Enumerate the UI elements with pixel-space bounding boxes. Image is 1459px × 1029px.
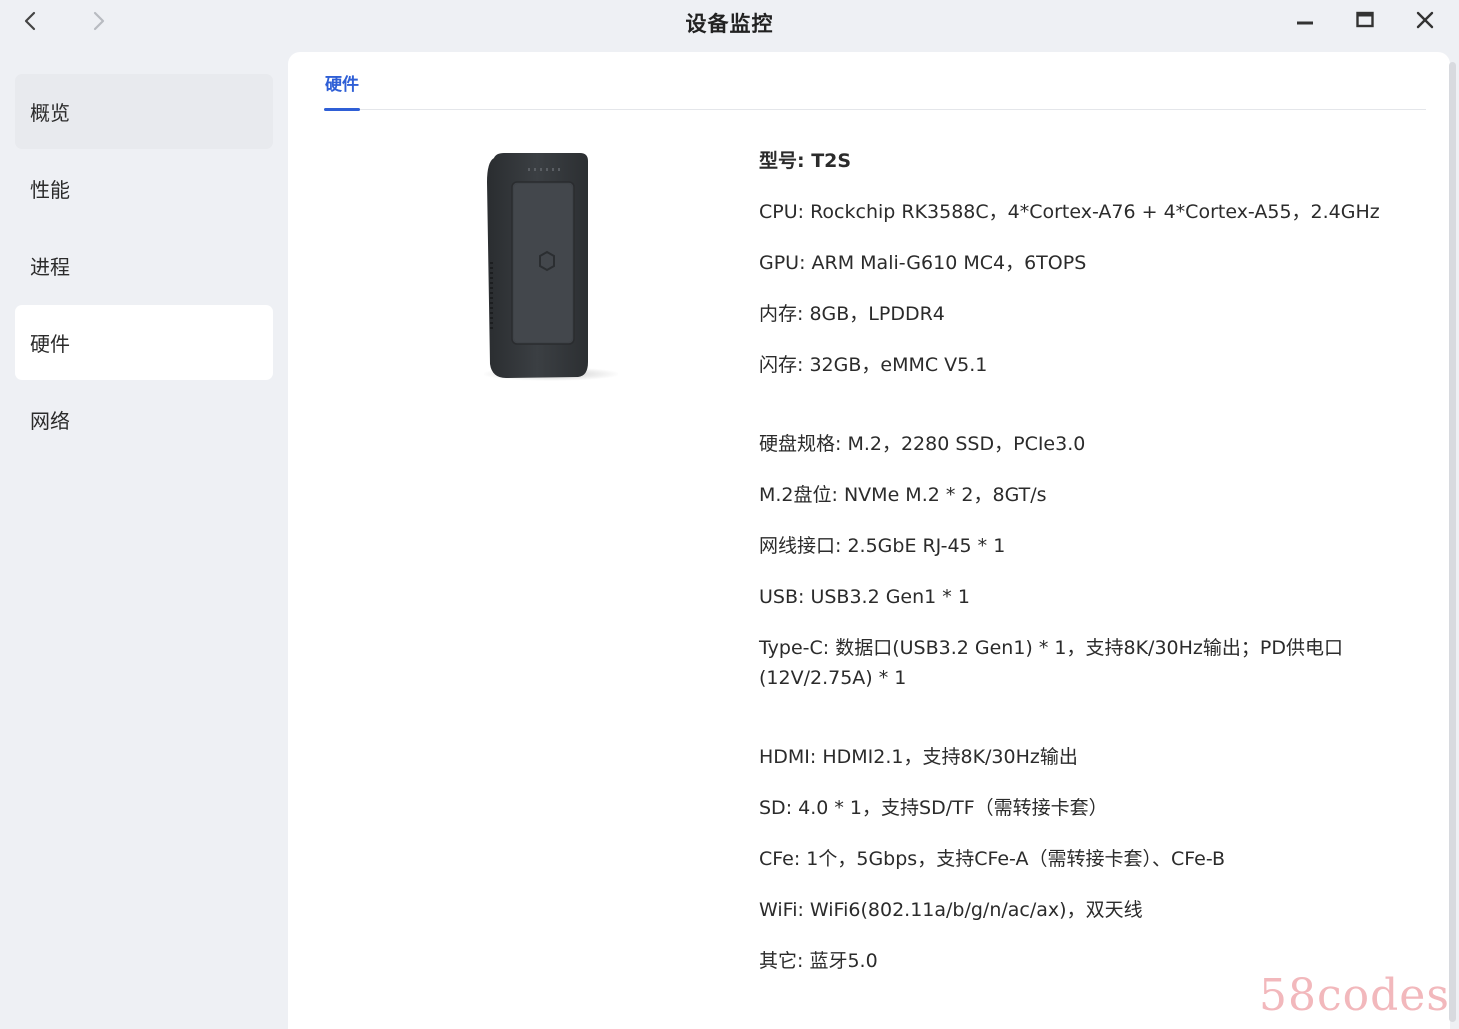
minimize-icon [1297,21,1313,25]
spec-usb: USB: USB3.2 Gen1 * 1 [759,586,970,608]
spec-hdmi: HDMI: HDMI2.1，支持8K/30Hz输出 [759,746,1078,768]
spec-cpu: CPU: Rockchip RK3588C，4*Cortex-A76 + 4*C… [759,201,1380,223]
sidebar-item-label: 进程 [30,255,70,279]
sidebar-item-processes[interactable]: 进程 [15,228,273,303]
sidebar-item-label: 概览 [30,101,70,125]
close-icon [1416,11,1434,29]
sidebar-item-hardware[interactable]: 硬件 [15,305,273,380]
device-image [484,153,618,381]
window-title: 设备监控 [685,12,774,36]
spec-ethernet: 网线接口: 2.5GbE RJ-45 * 1 [759,535,1006,557]
spec-m2-slots: M.2盘位: NVMe M.2 * 2，8GT/s [759,484,1047,506]
spec-wifi: WiFi: WiFi6(802.11a/b/g/n/ac/ax)，双天线 [759,899,1143,921]
close-button[interactable] [1410,6,1440,34]
spec-model: 型号: T2S [759,150,852,172]
sidebar-item-label: 性能 [30,178,70,202]
spec-cfe: CFe: 1个，5Gbps，支持CFe-A（需转接卡套）、CFe-B [759,848,1226,870]
sidebar-item-network[interactable]: 网络 [15,382,273,457]
sidebar-item-overview[interactable]: 概览 [15,74,273,149]
tab-hardware[interactable]: 硬件 [324,70,360,111]
scrollbar[interactable] [1449,62,1456,1022]
main-panel: 硬件 型号: T2S CPU: Rockchip RK3588C，4*Corte… [288,52,1450,1029]
sidebar-item-label: 网络 [30,409,70,433]
hardware-specs: 型号: T2S CPU: Rockchip RK3588C，4*Cortex-A… [759,146,1399,997]
sidebar-item-performance[interactable]: 性能 [15,151,273,226]
tab-bar: 硬件 [324,52,1426,111]
maximize-icon [1356,11,1374,28]
watermark: 58codes [1259,970,1450,1021]
spec-sd: SD: 4.0 * 1，支持SD/TF（需转接卡套） [759,797,1108,819]
spec-disk: 硬盘规格: M.2，2280 SSD，PCIe3.0 [759,433,1086,455]
sidebar: 概览 性能 进程 硬件 网络 [15,74,273,459]
spec-memory: 内存: 8GB，LPDDR4 [759,303,945,325]
spec-type-c: Type-C: 数据口(USB3.2 Gen1) * 1，支持8K/30Hz输出… [759,637,1343,689]
spec-gpu: GPU: ARM Mali-G610 MC4，6TOPS [759,252,1087,274]
sidebar-item-label: 硬件 [30,332,70,356]
spec-flash: 闪存: 32GB，eMMC V5.1 [759,354,988,376]
title-bar: 设备监控 [0,0,1459,46]
maximize-button[interactable] [1350,6,1380,34]
minimize-button[interactable] [1290,6,1320,34]
